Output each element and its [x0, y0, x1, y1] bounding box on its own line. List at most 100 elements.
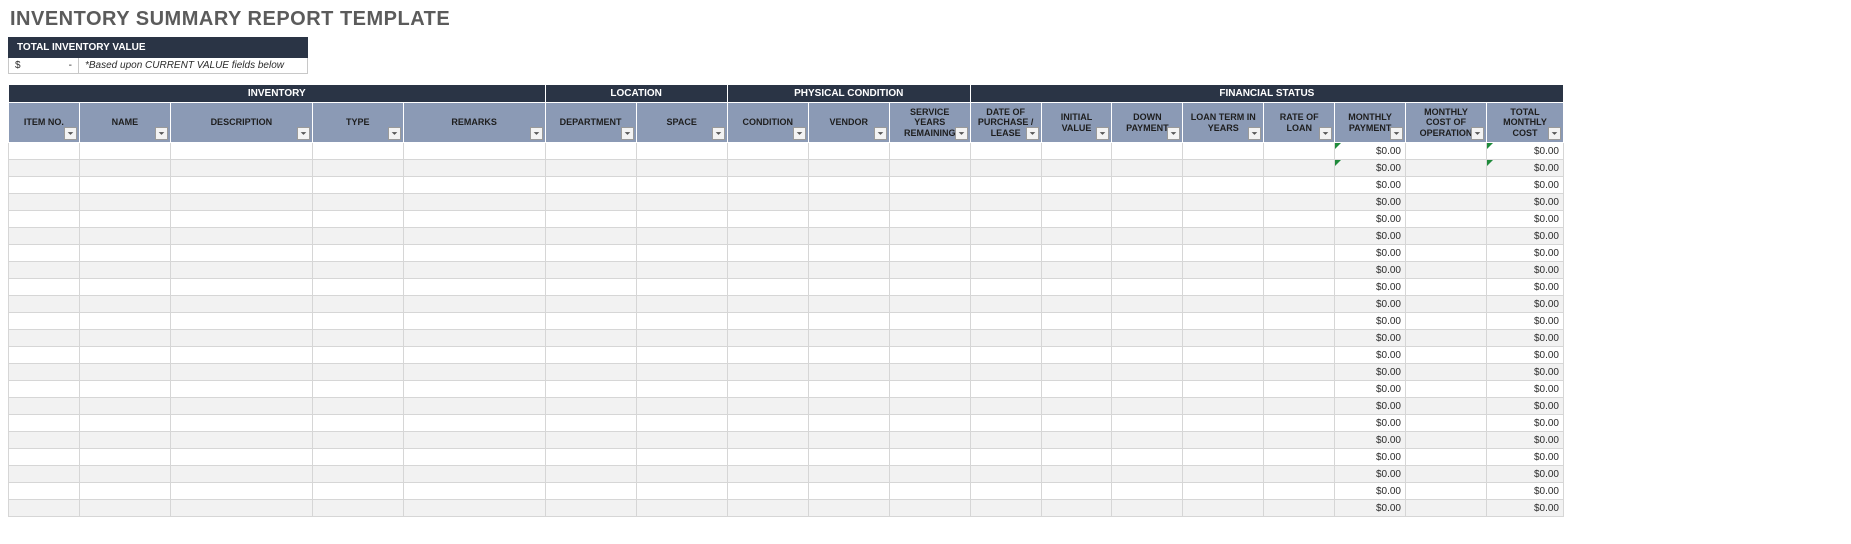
cell[interactable]: $0.00 — [1486, 415, 1563, 432]
cell[interactable] — [808, 262, 889, 279]
cell[interactable] — [403, 313, 545, 330]
cell[interactable] — [889, 194, 970, 211]
cell[interactable] — [545, 177, 636, 194]
cell[interactable] — [1112, 245, 1183, 262]
cell[interactable] — [312, 160, 403, 177]
cell[interactable] — [312, 245, 403, 262]
cell[interactable] — [808, 330, 889, 347]
cell[interactable] — [312, 143, 403, 160]
cell[interactable]: $0.00 — [1486, 330, 1563, 347]
cell[interactable] — [1112, 194, 1183, 211]
cell[interactable] — [1041, 381, 1112, 398]
cell[interactable] — [1041, 194, 1112, 211]
cell[interactable] — [9, 364, 80, 381]
cell[interactable]: $0.00 — [1486, 160, 1563, 177]
cell[interactable] — [1041, 177, 1112, 194]
cell[interactable] — [970, 398, 1041, 415]
cell[interactable] — [1264, 381, 1335, 398]
cell[interactable] — [312, 313, 403, 330]
cell[interactable] — [1264, 398, 1335, 415]
cell[interactable] — [545, 347, 636, 364]
cell[interactable] — [1183, 313, 1264, 330]
cell[interactable] — [170, 432, 312, 449]
cell[interactable] — [403, 194, 545, 211]
cell[interactable] — [545, 398, 636, 415]
cell[interactable] — [727, 313, 808, 330]
cell[interactable] — [545, 364, 636, 381]
cell[interactable] — [1406, 262, 1487, 279]
cell[interactable] — [970, 466, 1041, 483]
cell[interactable] — [1406, 381, 1487, 398]
cell[interactable]: $0.00 — [1335, 194, 1406, 211]
filter-dropdown-date[interactable] — [1026, 127, 1039, 140]
cell[interactable] — [79, 296, 170, 313]
cell[interactable] — [1264, 347, 1335, 364]
cell[interactable] — [889, 160, 970, 177]
cell[interactable] — [1041, 483, 1112, 500]
cell[interactable] — [403, 381, 545, 398]
cell[interactable] — [545, 245, 636, 262]
cell[interactable] — [889, 449, 970, 466]
cell[interactable] — [545, 279, 636, 296]
cell[interactable] — [79, 330, 170, 347]
cell[interactable] — [312, 194, 403, 211]
cell[interactable] — [1041, 330, 1112, 347]
cell[interactable] — [727, 160, 808, 177]
cell[interactable] — [636, 279, 727, 296]
cell[interactable] — [1041, 500, 1112, 517]
cell[interactable]: $0.00 — [1486, 194, 1563, 211]
cell[interactable] — [727, 483, 808, 500]
cell[interactable] — [636, 364, 727, 381]
cell[interactable] — [727, 245, 808, 262]
cell[interactable] — [545, 500, 636, 517]
cell[interactable] — [1406, 347, 1487, 364]
cell[interactable]: $0.00 — [1335, 160, 1406, 177]
cell[interactable] — [545, 296, 636, 313]
cell[interactable] — [1112, 296, 1183, 313]
cell[interactable]: $0.00 — [1486, 279, 1563, 296]
cell[interactable] — [79, 211, 170, 228]
cell[interactable]: $0.00 — [1486, 381, 1563, 398]
cell[interactable] — [79, 347, 170, 364]
cell[interactable] — [727, 415, 808, 432]
cell[interactable] — [79, 262, 170, 279]
filter-dropdown-type[interactable] — [388, 127, 401, 140]
cell[interactable] — [170, 279, 312, 296]
cell[interactable]: $0.00 — [1335, 262, 1406, 279]
cell[interactable] — [1183, 279, 1264, 296]
cell[interactable] — [1183, 398, 1264, 415]
cell[interactable] — [545, 211, 636, 228]
cell[interactable] — [312, 415, 403, 432]
cell[interactable] — [970, 432, 1041, 449]
cell[interactable] — [9, 313, 80, 330]
cell[interactable] — [1041, 228, 1112, 245]
cell[interactable] — [170, 500, 312, 517]
cell[interactable] — [970, 449, 1041, 466]
cell[interactable] — [1264, 313, 1335, 330]
cell[interactable] — [79, 279, 170, 296]
filter-dropdown-vendor[interactable] — [874, 127, 887, 140]
cell[interactable] — [808, 143, 889, 160]
cell[interactable] — [727, 466, 808, 483]
cell[interactable] — [545, 160, 636, 177]
cell[interactable] — [1406, 415, 1487, 432]
cell[interactable] — [403, 177, 545, 194]
cell[interactable] — [1112, 364, 1183, 381]
cell[interactable] — [970, 228, 1041, 245]
cell[interactable] — [808, 364, 889, 381]
cell[interactable] — [1406, 432, 1487, 449]
cell[interactable] — [1264, 364, 1335, 381]
cell[interactable] — [1041, 432, 1112, 449]
cell[interactable] — [1183, 432, 1264, 449]
cell[interactable] — [1406, 228, 1487, 245]
filter-dropdown-department[interactable] — [621, 127, 634, 140]
cell[interactable] — [170, 347, 312, 364]
cell[interactable] — [1112, 449, 1183, 466]
cell[interactable] — [170, 449, 312, 466]
cell[interactable] — [1264, 194, 1335, 211]
cell[interactable] — [1406, 194, 1487, 211]
cell[interactable] — [889, 347, 970, 364]
cell[interactable]: $0.00 — [1486, 364, 1563, 381]
cell[interactable]: $0.00 — [1335, 432, 1406, 449]
cell[interactable]: $0.00 — [1335, 449, 1406, 466]
